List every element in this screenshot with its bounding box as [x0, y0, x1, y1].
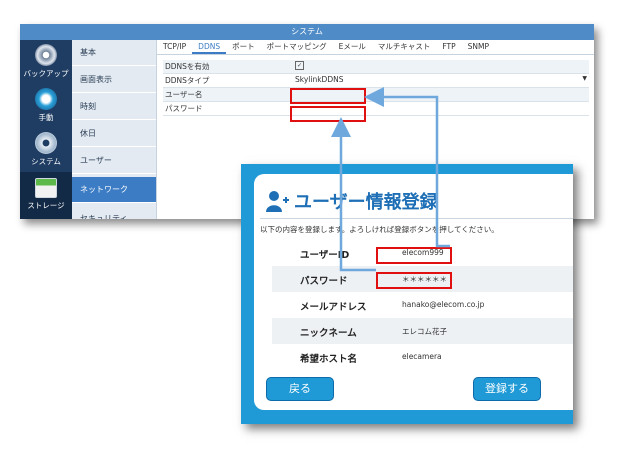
- dialog-panel: ユーザー情報登録 以下の内容を登録します。よろしければ登録ボタンを押してください…: [254, 174, 573, 410]
- menu-item-user[interactable]: ユーザー: [72, 148, 156, 174]
- field-row-hostname: 希望ホスト名 elecamera: [272, 344, 573, 370]
- nav-backup[interactable]: バックアップ: [20, 44, 72, 79]
- menu-item-security[interactable]: セキュリティ: [72, 206, 156, 219]
- field-label: 希望ホスト名: [300, 354, 358, 365]
- menu-item-network[interactable]: ネットワーク: [72, 177, 156, 203]
- nav-storage-label: ストレージ: [27, 201, 65, 210]
- ddns-type-label: DDNSタイプ: [165, 76, 210, 85]
- ddns-username-label: ユーザー名: [165, 90, 203, 99]
- ddns-username-row: ユーザー名: [163, 88, 589, 102]
- tab-port-mapping[interactable]: ポートマッピング: [261, 40, 333, 54]
- password-highlight-box: [290, 106, 366, 122]
- category-icon-bar: バックアップ 手動 システム ストレージ: [20, 40, 72, 219]
- nav-storage[interactable]: ストレージ: [20, 172, 72, 219]
- field-label: ユーザーID: [300, 250, 350, 261]
- gear-icon: [35, 132, 57, 154]
- field-value: エレコム花子: [402, 327, 447, 336]
- window-title: システム: [20, 24, 594, 40]
- ddns-type-row: DDNSタイプ SkylinkDDNS ▼: [163, 74, 589, 88]
- back-button[interactable]: 戻る: [266, 377, 334, 401]
- tab-multicast[interactable]: マルチキャスト: [372, 40, 437, 54]
- field-row-email: メールアドレス hanako@elecom.co.jp: [272, 292, 573, 318]
- tab-ftp[interactable]: FTP: [436, 40, 461, 54]
- nav-system[interactable]: システム: [20, 132, 72, 167]
- field-value: elecamera: [402, 352, 442, 361]
- backup-icon: [35, 44, 57, 66]
- nav-manual[interactable]: 手動: [20, 88, 72, 123]
- ddns-enable-label: DDNSを有効: [165, 62, 210, 71]
- field-label: ニックネーム: [300, 328, 357, 339]
- nav-manual-label: 手動: [38, 113, 54, 122]
- nav-system-label: システム: [31, 157, 61, 166]
- ddns-password-row: パスワード: [163, 102, 589, 116]
- tab-port[interactable]: ポート: [226, 40, 261, 54]
- divider: [260, 218, 573, 219]
- ddns-password-label: パスワード: [165, 104, 203, 113]
- nav-backup-label: バックアップ: [23, 69, 69, 78]
- ddns-type-select[interactable]: SkylinkDDNS: [295, 75, 343, 84]
- network-tabs: TCP/IP DDNS ポート ポートマッピング Eメール マルチキャスト FTP SNMP: [157, 40, 594, 55]
- tab-snmp[interactable]: SNMP: [462, 40, 495, 54]
- register-button[interactable]: 登録する: [473, 377, 541, 401]
- menu-item-time[interactable]: 時刻: [72, 94, 156, 120]
- menu-item-display[interactable]: 画面表示: [72, 67, 156, 93]
- ddns-enable-row: DDNSを有効 ✓: [163, 60, 589, 74]
- storage-icon: [35, 178, 57, 198]
- hand-icon: [35, 88, 57, 110]
- user-registration-dialog: ユーザー情報登録 以下の内容を登録します。よろしければ登録ボタンを押してください…: [241, 164, 573, 424]
- field-label: メールアドレス: [300, 302, 367, 313]
- ddns-form: DDNSを有効 ✓ DDNSタイプ SkylinkDDNS ▼ ユーザー名 パス…: [163, 60, 589, 116]
- field-label: パスワード: [300, 276, 348, 287]
- username-highlight-box: [290, 88, 366, 104]
- system-submenu: 基本 画面表示 時刻 休日 ユーザー ネットワーク セキュリティ: [72, 40, 157, 219]
- menu-item-holiday[interactable]: 休日: [72, 121, 156, 147]
- field-row-nickname: ニックネーム エレコム花子: [272, 318, 573, 344]
- password-value-highlight-box: [376, 272, 452, 289]
- user-id-highlight-box: [376, 247, 452, 264]
- tab-ddns[interactable]: DDNS: [192, 40, 227, 54]
- chevron-down-icon[interactable]: ▼: [582, 75, 587, 82]
- field-value: hanako@elecom.co.jp: [402, 300, 485, 309]
- ddns-enable-checkbox[interactable]: ✓: [295, 61, 304, 70]
- tab-tcpip[interactable]: TCP/IP: [157, 40, 192, 54]
- tab-email[interactable]: Eメール: [333, 40, 372, 54]
- dialog-instruction: 以下の内容を登録します。よろしければ登録ボタンを押してください。: [260, 225, 499, 234]
- dialog-title: ユーザー情報登録: [294, 192, 438, 213]
- user-plus-icon: [266, 191, 289, 212]
- menu-item-basic[interactable]: 基本: [72, 40, 156, 66]
